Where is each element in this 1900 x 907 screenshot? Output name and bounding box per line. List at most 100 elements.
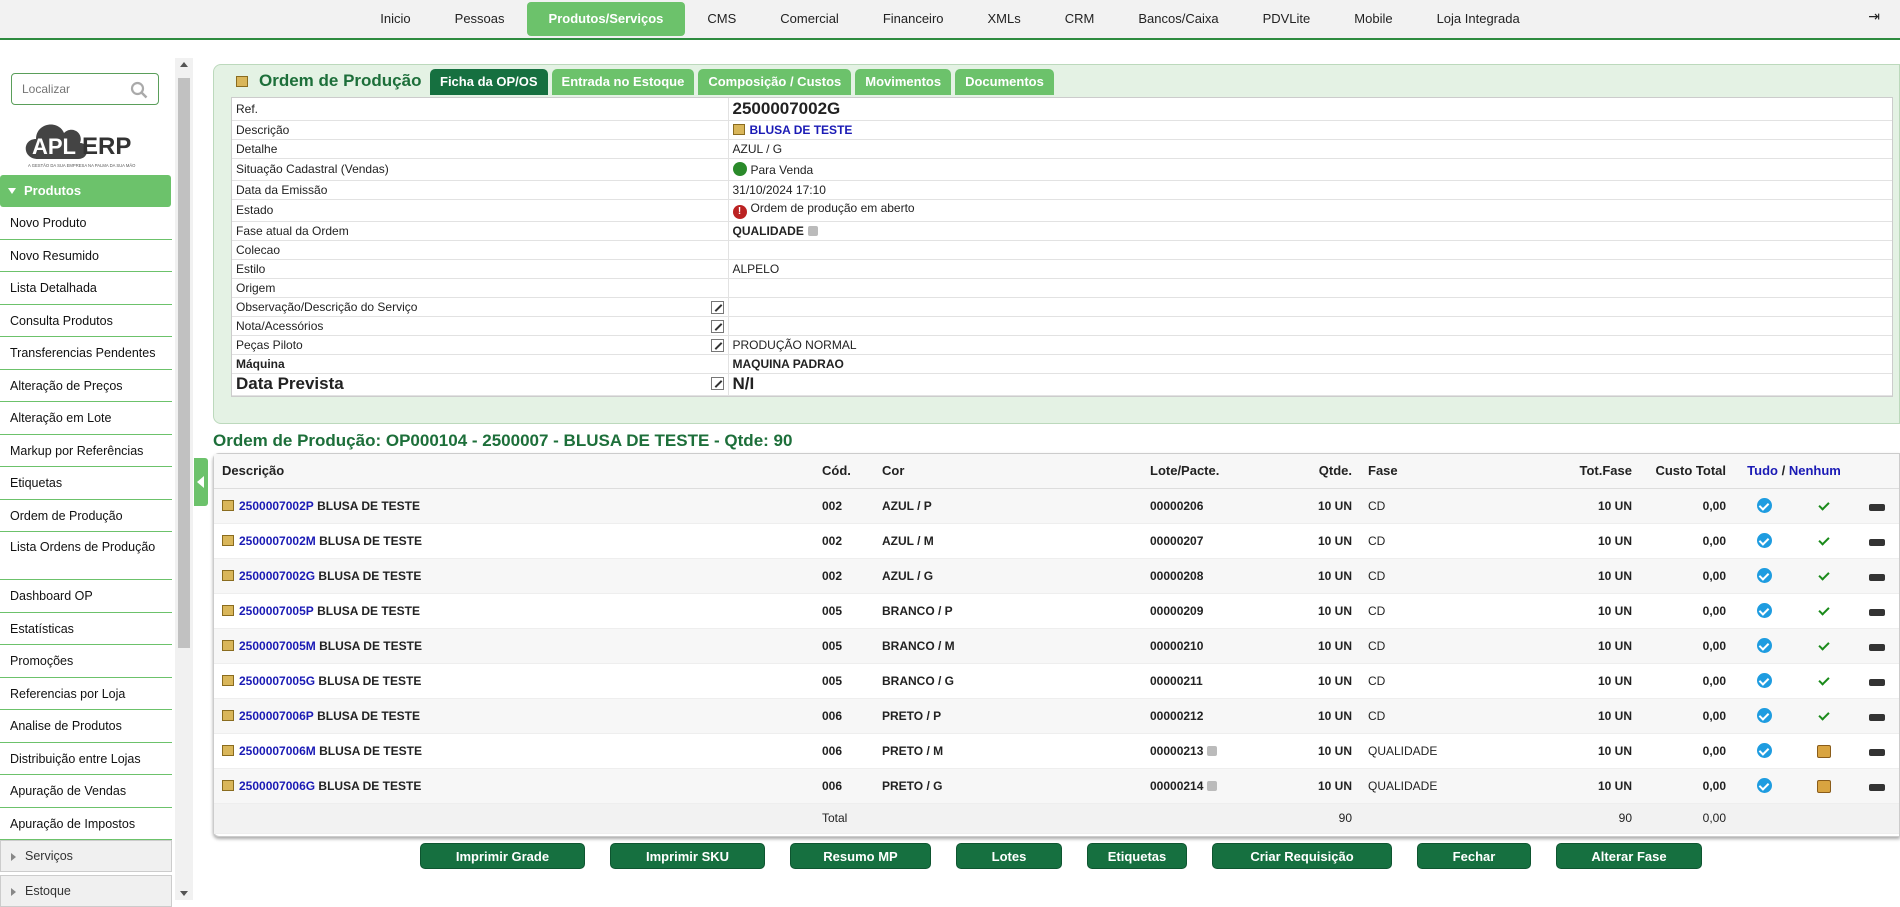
nav-comercial[interactable]: Comercial	[758, 2, 861, 36]
row-select-checkbox[interactable]	[1756, 708, 1772, 724]
nav-financeiro[interactable]: Financeiro	[861, 2, 966, 36]
menu-apuracao-vendas[interactable]: Apuração de Vendas	[0, 775, 172, 808]
print-icon[interactable]	[1868, 569, 1885, 585]
product-code-link[interactable]: 2500007002M	[239, 534, 316, 548]
box-icon[interactable]	[1817, 744, 1832, 758]
select-none-link[interactable]: Nenhum	[1789, 463, 1841, 478]
menu-section-servicos[interactable]: Serviços	[0, 840, 172, 872]
criar-requisicao-button[interactable]: Criar Requisição	[1212, 843, 1392, 869]
product-code-link[interactable]: 2500007005G	[239, 674, 315, 688]
menu-estatisticas[interactable]: Estatísticas	[0, 612, 172, 645]
row-select-checkbox[interactable]	[1756, 498, 1772, 514]
nav-loja-integrada[interactable]: Loja Integrada	[1415, 2, 1542, 36]
menu-consulta-produtos[interactable]: Consulta Produtos	[0, 304, 172, 337]
logout-icon[interactable]: ⇥	[1868, 8, 1880, 25]
etiquetas-button[interactable]: Etiquetas	[1087, 843, 1187, 869]
col-lote[interactable]: Lote/Pacte.	[1142, 454, 1290, 489]
nav-pessoas[interactable]: Pessoas	[433, 2, 527, 36]
print-icon[interactable]	[1868, 674, 1885, 690]
scroll-thumb[interactable]	[178, 78, 190, 648]
row-select-checkbox[interactable]	[1756, 638, 1772, 654]
box-icon[interactable]	[1817, 779, 1832, 793]
menu-analise-produtos[interactable]: Analise de Produtos	[0, 710, 172, 743]
menu-referencias-loja[interactable]: Referencias por Loja	[0, 677, 172, 710]
menu-ordem-producao[interactable]: Ordem de Produção	[0, 499, 172, 532]
print-icon[interactable]	[1868, 639, 1885, 655]
product-code-link[interactable]: 2500007002G	[239, 569, 315, 583]
print-icon[interactable]	[1868, 709, 1885, 725]
tab-composicao-custos[interactable]: Composição / Custos	[698, 69, 852, 95]
menu-promocoes[interactable]: Promoções	[0, 645, 172, 678]
help-icon[interactable]	[807, 225, 818, 236]
resumo-mp-button[interactable]: Resumo MP	[790, 843, 931, 869]
product-code-link[interactable]: 2500007005M	[239, 639, 316, 653]
product-code-link[interactable]: 2500007006G	[239, 779, 315, 793]
row-select-checkbox[interactable]	[1756, 673, 1772, 689]
nav-cms[interactable]: CMS	[685, 2, 758, 36]
print-icon[interactable]	[1868, 499, 1885, 515]
menu-apuracao-impostos[interactable]: Apuração de Impostos	[0, 807, 172, 840]
menu-novo-produto[interactable]: Novo Produto	[0, 207, 172, 240]
nav-mobile[interactable]: Mobile	[1332, 2, 1414, 36]
lotes-button[interactable]: Lotes	[956, 843, 1062, 869]
col-cod[interactable]: Cód.	[814, 454, 874, 489]
menu-transferencias-pendentes[interactable]: Transferencias Pendentes	[0, 337, 172, 370]
col-totfase[interactable]: Tot.Fase	[1540, 454, 1640, 489]
scroll-up-icon[interactable]	[180, 62, 188, 67]
descricao-link[interactable]: BLUSA DE TESTE	[750, 123, 853, 137]
collapse-sidebar-button[interactable]	[194, 458, 208, 506]
edit-icon[interactable]	[710, 300, 724, 314]
edit-icon[interactable]	[710, 338, 724, 352]
nav-pdvlite[interactable]: PDVLite	[1241, 2, 1333, 36]
product-code-link[interactable]: 2500007006M	[239, 744, 316, 758]
tab-movimentos[interactable]: Movimentos	[855, 69, 952, 95]
col-fase[interactable]: Fase	[1360, 454, 1540, 489]
info-icon[interactable]	[1207, 745, 1218, 756]
row-select-checkbox[interactable]	[1756, 603, 1772, 619]
menu-alteracao-precos[interactable]: Alteração de Preços	[0, 369, 172, 402]
menu-etiquetas[interactable]: Etiquetas	[0, 467, 172, 500]
nav-produtos-servicos[interactable]: Produtos/Serviços	[526, 2, 686, 36]
print-icon[interactable]	[1868, 744, 1885, 760]
fechar-button[interactable]: Fechar	[1417, 843, 1531, 869]
tab-entrada-estoque[interactable]: Entrada no Estoque	[551, 69, 695, 95]
col-cor[interactable]: Cor	[874, 454, 1142, 489]
search-icon[interactable]	[130, 81, 148, 99]
nav-crm[interactable]: CRM	[1043, 2, 1117, 36]
search-input[interactable]	[12, 74, 122, 104]
tab-documentos[interactable]: Documentos	[955, 69, 1054, 95]
menu-dashboard-op[interactable]: Dashboard OP	[0, 580, 172, 613]
imprimir-grade-button[interactable]: Imprimir Grade	[420, 843, 585, 869]
print-icon[interactable]	[1868, 604, 1885, 620]
row-select-checkbox[interactable]	[1756, 568, 1772, 584]
menu-markup-referencias[interactable]: Markup por Referências	[0, 434, 172, 467]
imprimir-sku-button[interactable]: Imprimir SKU	[610, 843, 765, 869]
edit-icon[interactable]	[710, 319, 724, 333]
col-descricao[interactable]: Descrição	[214, 454, 814, 489]
row-select-checkbox[interactable]	[1756, 743, 1772, 759]
print-icon[interactable]	[1868, 534, 1885, 550]
alterar-fase-button[interactable]: Alterar Fase	[1556, 843, 1702, 869]
product-code-link[interactable]: 2500007006P	[239, 709, 314, 723]
nav-inicio[interactable]: Inicio	[358, 2, 432, 36]
select-all-link[interactable]: Tudo	[1747, 463, 1778, 478]
col-custo[interactable]: Custo Total	[1640, 454, 1734, 489]
edit-icon[interactable]	[710, 376, 724, 390]
print-icon[interactable]	[1868, 779, 1885, 795]
menu-distribuicao-lojas[interactable]: Distribuição entre Lojas	[0, 742, 172, 775]
nav-bancos-caixa[interactable]: Bancos/Caixa	[1116, 2, 1240, 36]
tab-ficha-op[interactable]: Ficha da OP/OS	[430, 69, 548, 95]
menu-alteracao-lote[interactable]: Alteração em Lote	[0, 402, 172, 435]
product-code-link[interactable]: 2500007002P	[239, 499, 314, 513]
menu-novo-resumido[interactable]: Novo Resumido	[0, 239, 172, 272]
product-code-link[interactable]: 2500007005P	[239, 604, 314, 618]
col-qtde[interactable]: Qtde.	[1290, 454, 1360, 489]
nav-xmls[interactable]: XMLs	[966, 2, 1043, 36]
menu-lista-detalhada[interactable]: Lista Detalhada	[0, 272, 172, 305]
row-select-checkbox[interactable]	[1756, 778, 1772, 794]
info-icon[interactable]	[1207, 780, 1218, 791]
scroll-down-icon[interactable]	[180, 891, 188, 896]
menu-section-estoque[interactable]: Estoque	[0, 875, 172, 907]
row-select-checkbox[interactable]	[1756, 533, 1772, 549]
menu-section-produtos[interactable]: Produtos	[0, 175, 171, 207]
